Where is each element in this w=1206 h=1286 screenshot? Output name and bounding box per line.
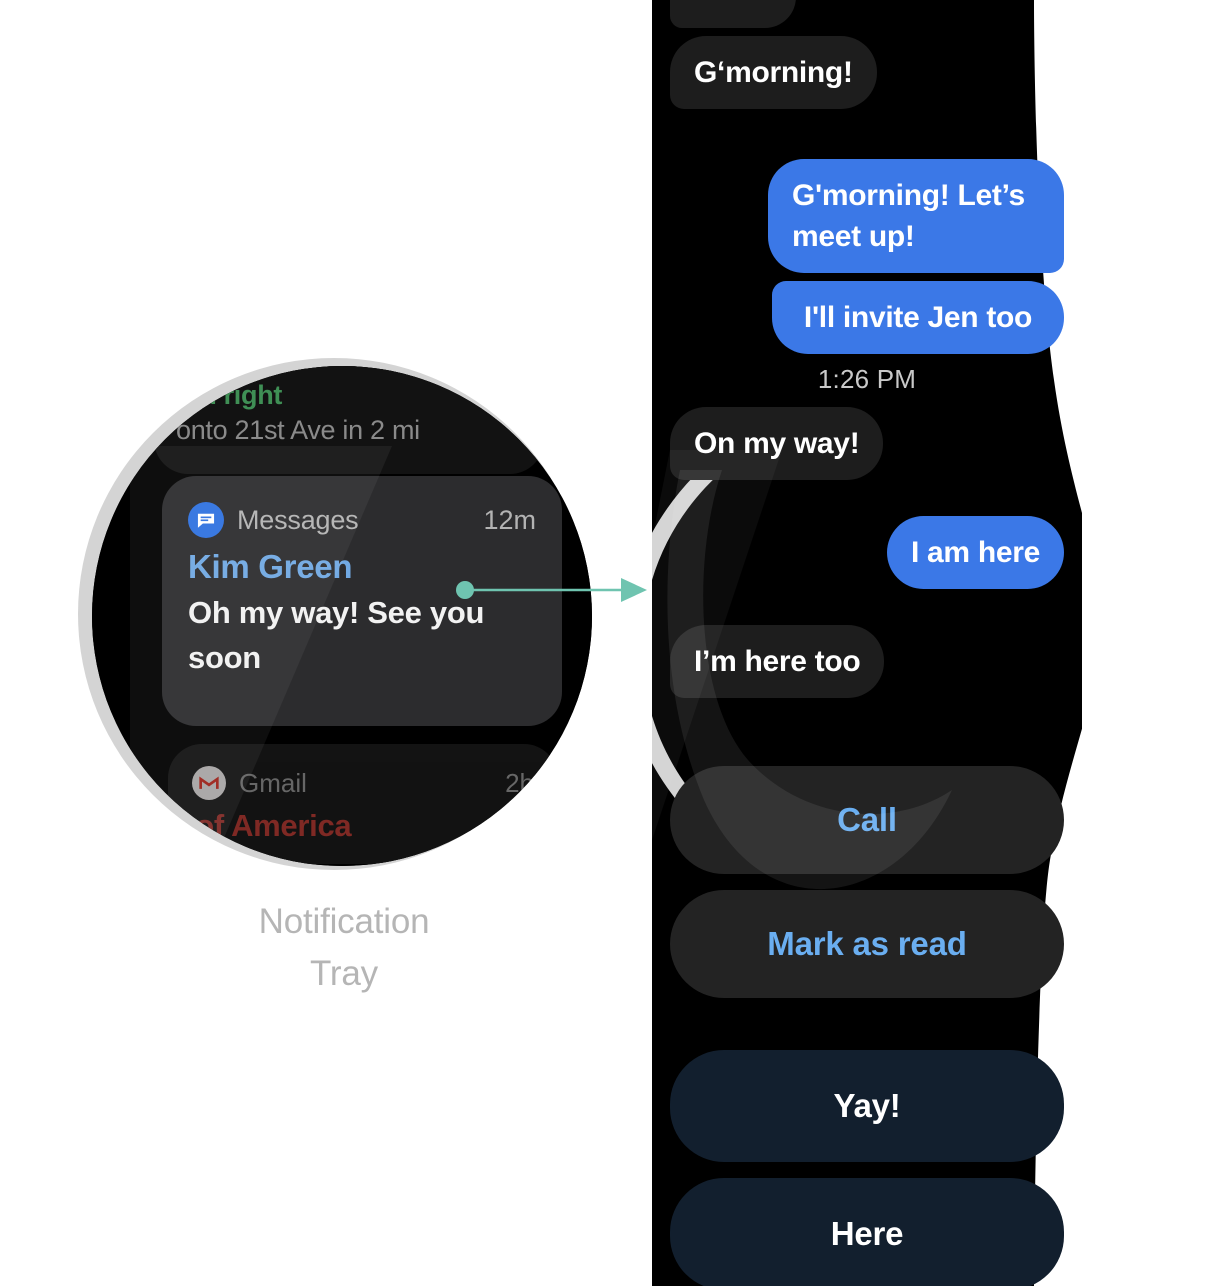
chat-bubble-text: On my way! [694, 427, 860, 460]
action-button-label: Here [830, 1215, 904, 1252]
gmail-subject: k of America [170, 808, 352, 843]
caption-line-2: Tray [310, 954, 378, 993]
chat-bubble-partial[interactable] [670, 0, 796, 28]
nav-street-text: onto 21st Ave in 2 mi [176, 415, 420, 445]
chat-bubble-text: G'morning! Let’s meet up! [792, 179, 1025, 253]
gmail-notification-header: Gmail 2h [192, 766, 534, 800]
notification-app-name: Messages [237, 504, 359, 535]
notification-header: Messages 12m [188, 502, 536, 538]
screenshot-stage: rn right onto 21st Ave in 2 mi Messages … [0, 0, 1206, 1286]
chat-row: G'morning! Let’s meet up! [652, 159, 1082, 273]
notification-card-navigation[interactable]: rn right onto 21st Ave in 2 mi [154, 366, 544, 474]
nav-direction-text: rn right [190, 380, 283, 410]
chat-row: G‘morning! [652, 36, 1082, 109]
action-button-label: Mark as read [767, 925, 967, 962]
notification-timestamp: 12m [483, 504, 536, 535]
chat-bubble-text: G‘morning! [694, 56, 853, 89]
chat-bubble-incoming[interactable]: G‘morning! [670, 36, 877, 109]
chat-timestamp: 1:26 PM [817, 364, 917, 394]
action-button-yay[interactable]: Yay! [670, 1050, 1064, 1162]
chat-bubble-incoming[interactable]: I’m here too [670, 625, 885, 698]
caption-notification-tray: Notification Tray [144, 896, 544, 1000]
callout-arrow [456, 578, 647, 602]
chat-bubble-text: I am here [910, 536, 1040, 569]
notification-card-gmail[interactable]: Gmail 2h k of America [168, 744, 558, 864]
chat-bubble-text: I'll invite Jen too [803, 301, 1033, 334]
chat-bubble-incoming[interactable]: On my way! [670, 407, 884, 480]
action-button-label: Yay! [833, 1087, 901, 1124]
action-button-mark-as-read[interactable]: Mark as read [670, 890, 1064, 998]
chat-row: I’m here too [652, 625, 1082, 698]
chat-bubble-text: I’m here too [694, 645, 861, 678]
chat-row: On my way! [652, 407, 1082, 480]
chat-bubble-outgoing[interactable]: I'll invite Jen too [772, 281, 1064, 354]
action-button-call[interactable]: Call [670, 766, 1064, 874]
chat-row: I'll invite Jen too [652, 281, 1082, 354]
chat-row: I am here [652, 516, 1082, 589]
action-button-here[interactable]: Here [670, 1178, 1064, 1286]
gmail-icon [192, 766, 226, 800]
messages-icon [188, 502, 224, 538]
caption-line-1: Notification [258, 902, 430, 941]
gmail-app-name: Gmail [239, 767, 307, 798]
chat-bubble-outgoing[interactable]: I am here [886, 516, 1064, 589]
message-thread-watch: G‘morning! G'morning! Let’s meet up! I'l… [652, 0, 1082, 1286]
gmail-timestamp: 2h [505, 767, 534, 798]
action-button-label: Call [837, 801, 897, 838]
callout-arrowhead [621, 578, 647, 602]
chat-row [652, 0, 1082, 28]
chat-bubble-outgoing[interactable]: G'morning! Let’s meet up! [768, 159, 1064, 273]
